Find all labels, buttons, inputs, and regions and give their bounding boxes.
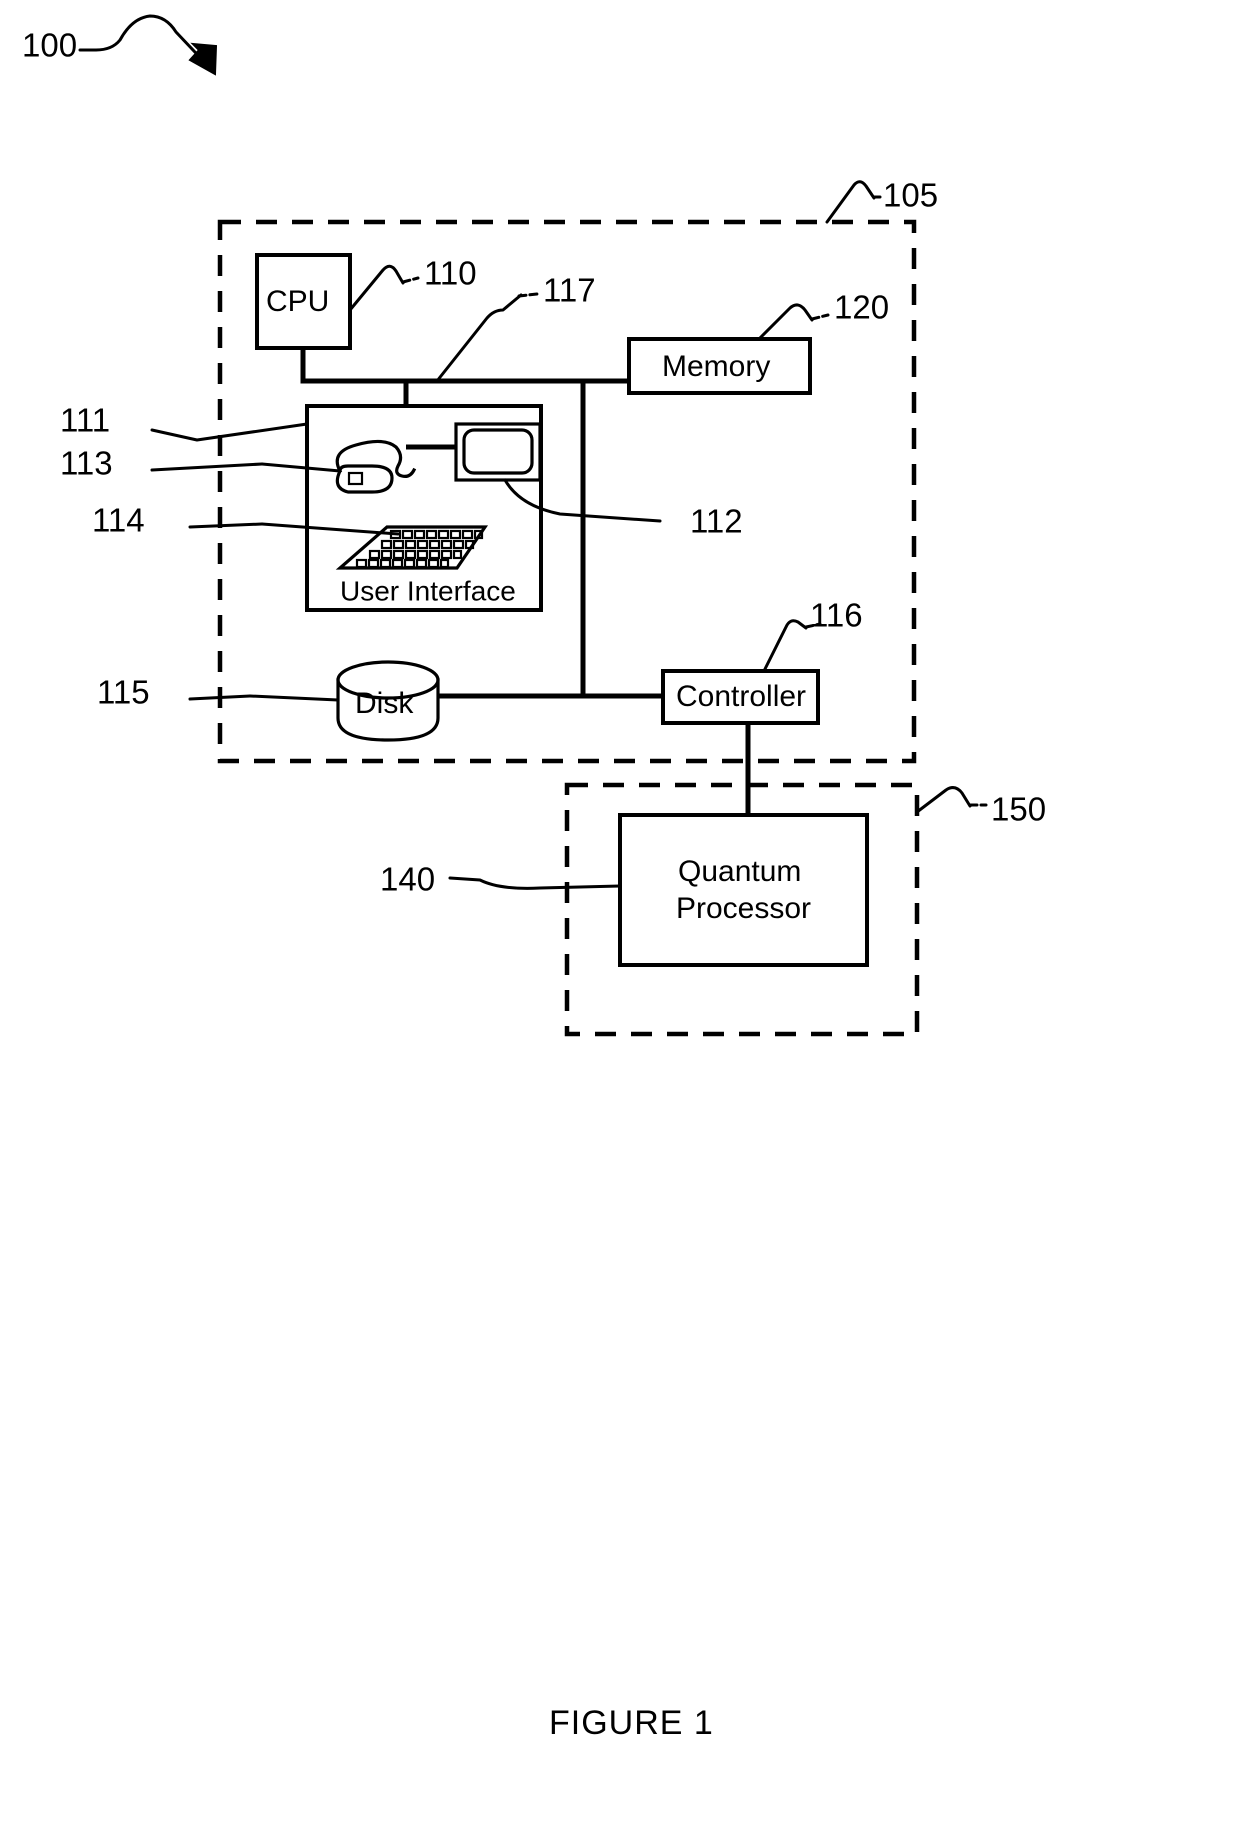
ref-115-label: 115 [97, 674, 150, 711]
ref-111-label: 111 [60, 402, 110, 439]
ref-150-label: 150 [991, 791, 1046, 828]
patent-figure-1: 100 105 CPU 110 Memory 120 117 User Inte… [0, 0, 1240, 1831]
memory-block: Memory 120 [627, 289, 889, 395]
quantum-processor-block: Quantum Processor 140 [380, 813, 869, 967]
ref-120-leader-tail [810, 313, 830, 321]
figure-canvas: 100 105 CPU 110 Memory 120 117 User Inte… [22, 14, 1046, 1742]
ref-110-label: 110 [424, 255, 477, 292]
figure-caption: FIGURE 1 [549, 1704, 714, 1742]
ref-117-label: 117 [543, 272, 596, 309]
controller-label: Controller [676, 680, 806, 713]
ref-117-leader [435, 293, 523, 383]
ref-116-label: 116 [810, 597, 863, 634]
ref-110-leader-tail [401, 276, 420, 284]
ref-114-label: 114 [92, 502, 145, 539]
ref-114-leader-seg2 [188, 522, 264, 529]
ref-100-label: 100 [22, 27, 77, 64]
ref-113-leader-seg2 [150, 462, 264, 472]
memory-label: Memory [662, 350, 770, 383]
ref-140-label: 140 [380, 861, 435, 898]
user-interface-label: User Interface [340, 575, 516, 606]
quantum-processor-label-line1: Quantum [678, 855, 801, 888]
ref-111-leader [150, 422, 309, 442]
ref-112-label: 112 [690, 503, 743, 540]
user-interface-block: User Interface 111 113 112 114 [60, 402, 743, 612]
ref-113-label: 113 [60, 445, 113, 482]
quantum-processor-label-line2: Processor [676, 892, 811, 925]
ref-115-leader-seg1 [248, 694, 340, 702]
bus-horizontal-top [300, 348, 629, 384]
controller-block: Controller 116 [661, 597, 863, 815]
ref-116-leader [762, 619, 808, 673]
cpu-label: CPU [266, 285, 329, 318]
ref-120-leader [757, 303, 814, 341]
system-ref-callout: 100 [22, 14, 218, 76]
arrow-icon [188, 42, 218, 76]
ref-140-leader [448, 876, 622, 890]
disk-block: Disk 115 [97, 660, 440, 742]
ref-115-leader-seg2 [188, 694, 252, 701]
ref-150-leader [915, 786, 972, 814]
ref-105-label: 105 [883, 177, 938, 214]
ref-117-leader-tail [517, 292, 539, 298]
ref-105-leader [825, 180, 876, 224]
disk-label: Disk [355, 687, 414, 720]
ref-120-label: 120 [834, 289, 889, 326]
ref-110-leader [348, 264, 405, 312]
cpu-block: CPU 110 [255, 253, 477, 350]
quantum-processor-box [618, 813, 869, 967]
